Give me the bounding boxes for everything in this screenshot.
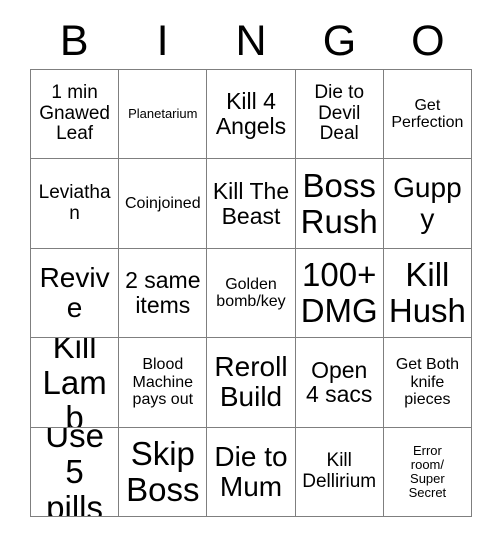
bingo-cell-label: Get Both knife pieces — [395, 356, 459, 409]
bingo-cell-r4c1[interactable]: Kill Lamb — [31, 338, 120, 428]
bingo-header-row: B I N G O — [30, 14, 472, 69]
bingo-cell-r2c5[interactable]: Guppy — [383, 159, 472, 249]
bingo-cell-label: Open 4 sacs — [305, 356, 373, 408]
bingo-cell-label: Leviathan — [38, 182, 111, 224]
bingo-cell-r1c5[interactable]: Get Perfection — [383, 70, 472, 160]
bingo-cell-r5c2[interactable]: Skip Boss — [119, 427, 208, 517]
bingo-cell-label: Revive — [39, 261, 110, 323]
bingo-cell-r1c1[interactable]: 1 min Gnawed Leaf — [31, 70, 120, 160]
bingo-cell-label: Error room/ Super Secret — [408, 442, 447, 500]
bingo-cell-label: Kill Hush — [388, 256, 466, 329]
bingo-cell-label: Kill The Beast — [212, 177, 290, 229]
bingo-header-letter-i: I — [156, 17, 169, 65]
bingo-cell-label: Die to Devil Deal — [314, 82, 365, 145]
bingo-cell-r1c4[interactable]: Die to Devil Deal — [295, 70, 384, 160]
bingo-grid: 1 min Gnawed Leaf Planetarium Kill 4 Angel… — [30, 69, 472, 517]
bingo-header-letter-o: O — [411, 17, 445, 65]
bingo-cell-label: 1 min Gnawed Leaf — [39, 82, 110, 145]
bingo-cell-r3c3[interactable]: Golden bomb/key — [207, 248, 296, 339]
bingo-cell-r3c4[interactable]: 100+ DMG — [295, 248, 384, 339]
bingo-cell-label: Guppy — [393, 172, 462, 234]
bingo-cell-label: Skip Boss — [126, 435, 200, 508]
bingo-cell-r5c4[interactable]: Kill Dellirium — [295, 427, 384, 517]
bingo-cell-label: Reroll Build — [214, 351, 288, 413]
bingo-cell-r2c3[interactable]: Kill The Beast — [207, 159, 296, 249]
bingo-card: B I N G O 1 min Gnawed Leaf Planetarium Ki… — [0, 0, 500, 544]
bingo-header-letter-n: N — [235, 17, 267, 65]
bingo-cell-label: 100+ DMG — [300, 256, 378, 329]
bingo-cell-r4c3[interactable]: Reroll Build — [207, 338, 296, 428]
bingo-cell-r1c2[interactable]: Planetarium — [119, 70, 208, 160]
bingo-cell-r3c5[interactable]: Kill Hush — [383, 248, 472, 339]
bingo-cell-label: 2 same items — [125, 267, 201, 318]
bingo-header-letter-b: B — [59, 17, 89, 65]
bingo-cell-r4c2[interactable]: Blood Machine pays out — [119, 338, 208, 428]
bingo-cell-label: Kill Lamb — [42, 338, 107, 428]
bingo-cell-r4c4[interactable]: Open 4 sacs — [295, 338, 384, 428]
bingo-cell-r1c3[interactable]: Kill 4 Angels — [207, 70, 296, 160]
bingo-cell-r5c3[interactable]: Die to Mum — [207, 427, 296, 517]
bingo-cell-label: Boss Rush — [300, 166, 378, 240]
bingo-cell-label: Get Perfection — [391, 96, 464, 132]
bingo-cell-label: Kill Dellirium — [302, 450, 377, 492]
bingo-cell-r5c5[interactable]: Error room/ Super Secret — [383, 427, 472, 517]
bingo-cell-label: Blood Machine pays out — [132, 356, 194, 409]
bingo-cell-r2c4[interactable]: Boss Rush — [295, 159, 384, 249]
bingo-cell-r2c2[interactable]: Coinjoined — [119, 159, 208, 249]
bingo-cell-r5c1[interactable]: Use 5 pills — [31, 427, 120, 517]
bingo-cell-r3c1[interactable]: Revive — [31, 248, 120, 339]
bingo-cell-r2c1[interactable]: Leviathan — [31, 159, 120, 249]
bingo-header-letter-g: G — [322, 17, 357, 65]
bingo-cell-label: Coinjoined — [124, 194, 201, 212]
bingo-cell-label: Planetarium — [128, 106, 198, 122]
bingo-cell-label: Use 5 pills — [45, 427, 104, 517]
bingo-cell-label: Die to Mum — [214, 440, 288, 502]
bingo-cell-label: Kill 4 Angels — [215, 88, 287, 140]
bingo-cell-r3c2[interactable]: 2 same items — [119, 248, 208, 339]
bingo-cell-r4c5[interactable]: Get Both knife pieces — [383, 338, 472, 428]
bingo-cell-label: Golden bomb/key — [216, 275, 286, 310]
